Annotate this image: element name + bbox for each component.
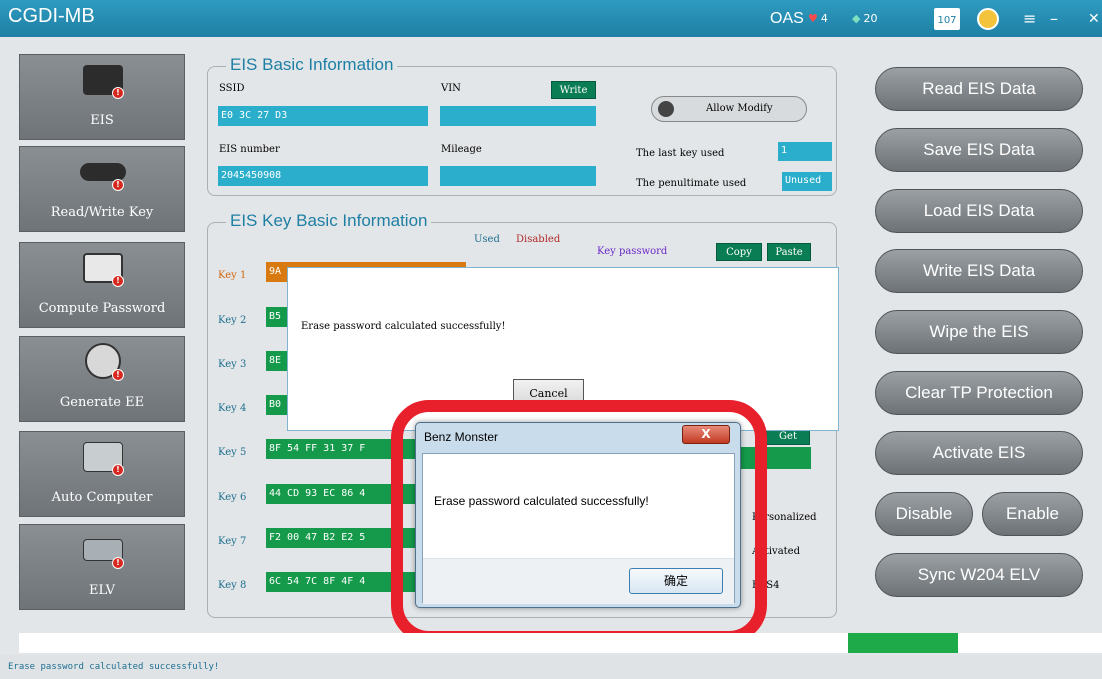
sidebar-item-elv[interactable]: ! ELV [19, 524, 185, 610]
gems-counter: ◆ 20 [852, 0, 877, 37]
close-icon[interactable]: X [682, 425, 730, 444]
minimize-icon[interactable]: – [1050, 0, 1058, 37]
calendar-icon[interactable]: 107 [934, 0, 960, 37]
penultimate-field: Unused [782, 172, 832, 191]
gem-icon: ◆ [852, 12, 861, 25]
inner-dialog-message: Erase password calculated successfully! [301, 321, 506, 332]
sidebar-item-compute-password[interactable]: ! Compute Password [19, 242, 185, 328]
alert-icon: ! [112, 369, 124, 381]
vin-label: VIN [441, 83, 461, 94]
used-column-label: Used [474, 234, 500, 245]
message-box-body: Erase password calculated successfully! … [422, 453, 735, 604]
sidebar-item-label: ELV [89, 583, 115, 598]
sync-w204-elv-button[interactable]: Sync W204 ELV [875, 553, 1083, 597]
wipe-eis-button[interactable]: Wipe the EIS [875, 310, 1083, 354]
allow-modify-toggle[interactable]: Allow Modify [651, 96, 807, 122]
sidebar-item-label: Auto Computer [51, 490, 153, 505]
sidebar-item-eis[interactable]: ! EIS [19, 54, 185, 140]
eis-basic-title: EIS Basic Information [226, 55, 398, 75]
menu-icon[interactable]: ≡ [1023, 0, 1036, 37]
hearts-counter: ♥ 4 [808, 0, 828, 37]
progress-fill [848, 633, 958, 653]
activate-eis-button[interactable]: Activate EIS [875, 431, 1083, 475]
medal-icon[interactable] [977, 0, 999, 37]
sidebar-item-read-write-key[interactable]: ! Read/Write Key [19, 146, 185, 232]
sidebar-item-label: EIS [90, 113, 114, 128]
clear-tp-protection-button[interactable]: Clear TP Protection [875, 371, 1083, 415]
sidebar-item-label: Compute Password [38, 301, 166, 316]
gems-count: 20 [863, 12, 878, 25]
key-2-label: Key 2 [218, 315, 247, 326]
key-8-label: Key 8 [218, 580, 247, 591]
heart-icon: ♥ [808, 12, 818, 25]
eis-key-title: EIS Key Basic Information [226, 211, 432, 231]
alert-icon: ! [112, 87, 124, 99]
disable-button[interactable]: Disable [875, 492, 973, 536]
alert-icon: ! [112, 179, 124, 191]
ok-button[interactable]: 确定 [629, 568, 723, 594]
app-title: CGDI-MB [8, 5, 95, 27]
key-5-label: Key 5 [218, 447, 247, 458]
eis-number-label: EIS number [219, 144, 280, 155]
hearts-count: 4 [820, 12, 828, 25]
sidebar-item-label: Read/Write Key [50, 205, 154, 220]
status-message: Erase password calculated successfully! [8, 662, 220, 672]
close-icon[interactable]: ✕ [1088, 0, 1100, 37]
last-key-field: 1 [778, 142, 832, 161]
key-4-label: Key 4 [218, 403, 247, 414]
sidebar-item-label: Generate EE [59, 395, 145, 410]
key-password-label: Key password [597, 246, 668, 257]
read-eis-data-button[interactable]: Read EIS Data [875, 67, 1083, 111]
key-1-label: Key 1 [218, 270, 247, 281]
calendar-count: 107 [934, 7, 960, 30]
eis-number-field[interactable]: 2045450908 [218, 166, 428, 186]
message-box-dialog: Benz Monster X Erase password calculated… [415, 422, 741, 608]
penultimate-label: The penultimate used [636, 178, 747, 189]
alert-icon: ! [112, 464, 124, 476]
ssid-label: SSID [219, 83, 245, 94]
sidebar-item-auto-computer[interactable]: ! Auto Computer [19, 431, 185, 517]
oas-label: OAS [770, 9, 804, 27]
last-key-label: The last key used [636, 148, 725, 159]
write-eis-data-button[interactable]: Write EIS Data [875, 249, 1083, 293]
sidebar-item-generate-ee[interactable]: ! Generate EE [19, 336, 185, 422]
message-box-title: Benz Monster [424, 430, 499, 444]
disabled-column-label: Disabled [516, 234, 561, 245]
message-box-text: Erase password calculated successfully! [434, 494, 649, 508]
title-bar: CGDI-MB OAS ♥ 4 ◆ 20 107 ≡ – ✕ [0, 0, 1102, 37]
status-bar: Erase password calculated successfully! [0, 655, 1102, 679]
toggle-knob [658, 101, 674, 117]
key-6-label: Key 6 [218, 492, 247, 503]
write-vin-button[interactable]: Write [551, 81, 596, 99]
key-3-label: Key 3 [218, 359, 247, 370]
copy-button[interactable]: Copy [716, 243, 762, 261]
mileage-label: Mileage [441, 144, 482, 155]
mileage-field[interactable] [440, 166, 596, 186]
load-eis-data-button[interactable]: Load EIS Data [875, 189, 1083, 233]
ssid-field[interactable]: E0 3C 27 D3 [218, 106, 428, 126]
enable-button[interactable]: Enable [982, 492, 1083, 536]
save-eis-data-button[interactable]: Save EIS Data [875, 128, 1083, 172]
paste-button[interactable]: Paste [767, 243, 811, 261]
allow-modify-label: Allow Modify [706, 103, 773, 114]
key-7-label: Key 7 [218, 536, 247, 547]
alert-icon: ! [112, 275, 124, 287]
alert-icon: ! [112, 557, 124, 569]
vin-field[interactable] [440, 106, 596, 126]
